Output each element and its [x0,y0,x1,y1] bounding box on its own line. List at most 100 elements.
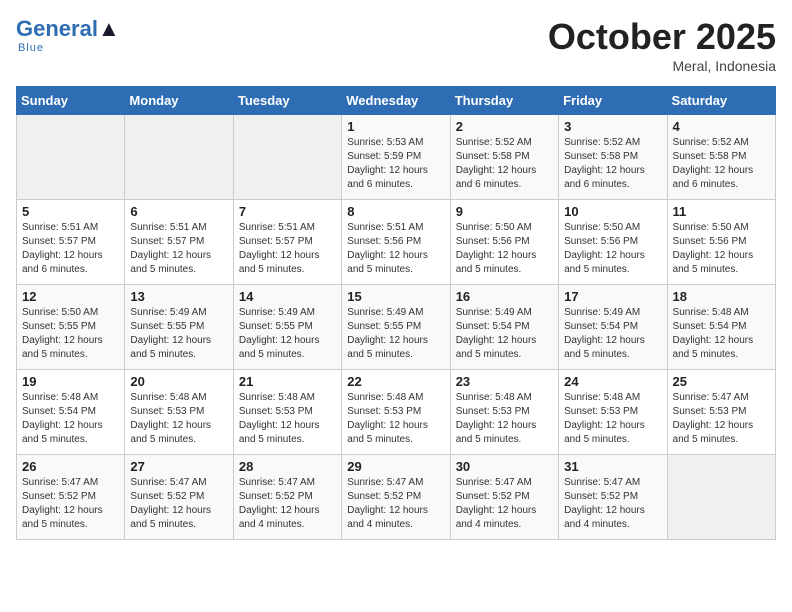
calendar-cell: 5 Sunrise: 5:51 AM Sunset: 5:57 PM Daylig… [17,200,125,285]
day-number: 10 [564,204,661,219]
day-number: 18 [673,289,770,304]
day-info: Sunrise: 5:52 AM Sunset: 5:58 PM Dayligh… [564,136,661,192]
calendar-cell: 21 Sunrise: 5:48 AM Sunset: 5:53 PM Dayli… [233,370,341,455]
calendar-cell: 22Sunrise: 5:48 AM Sunset: 5:53 PM Dayli… [342,370,450,455]
calendar-cell: 30 Sunrise: 5:47 AM Sunset: 5:52 PM Dayli… [450,455,558,540]
location: Meral, Indonesia [548,58,776,74]
logo: General▲ Blue [16,16,120,54]
day-number: 14 [239,289,336,304]
day-info: Sunrise: 5:50 AM Sunset: 5:56 PM Dayligh… [673,221,770,277]
day-info: Sunrise: 5:48 AM Sunset: 5:53 PM Dayligh… [347,391,444,447]
day-info: Sunrise: 5:51 AM Sunset: 5:57 PM Dayligh… [22,221,119,277]
calendar-cell: 18 Sunrise: 5:48 AM Sunset: 5:54 PM Dayli… [667,285,775,370]
calendar-cell: 10 Sunrise: 5:50 AM Sunset: 5:56 PM Dayli… [559,200,667,285]
calendar-cell: 8 Sunrise: 5:51 AM Sunset: 5:56 PM Daylig… [342,200,450,285]
day-info: Sunrise: 5:47 AM Sunset: 5:52 PM Dayligh… [22,476,119,532]
month-title: October 2025 [548,16,776,58]
day-number: 27 [130,459,227,474]
day-info: Sunrise: 5:49 AM Sunset: 5:54 PM Dayligh… [564,306,661,362]
day-number: 11 [673,204,770,219]
calendar-week-1: 5 Sunrise: 5:51 AM Sunset: 5:57 PM Daylig… [17,200,776,285]
day-number: 29 [347,459,444,474]
day-number: 6 [130,204,227,219]
day-info: Sunrise: 5:52 AM Sunset: 5:58 PM Dayligh… [673,136,770,192]
weekday-header-wednesday: Wednesday [342,87,450,115]
day-info: Sunrise: 5:52 AM Sunset: 5:58 PM Dayligh… [456,136,553,192]
calendar-cell: 4 Sunrise: 5:52 AM Sunset: 5:58 PM Daylig… [667,115,775,200]
calendar-cell: 23Sunrise: 5:48 AM Sunset: 5:53 PM Dayli… [450,370,558,455]
calendar-cell [233,115,341,200]
day-info: Sunrise: 5:49 AM Sunset: 5:55 PM Dayligh… [130,306,227,362]
day-number: 15 [347,289,444,304]
day-info: Sunrise: 5:53 AM Sunset: 5:59 PM Dayligh… [347,136,444,192]
day-number: 1 [347,119,444,134]
day-info: Sunrise: 5:48 AM Sunset: 5:54 PM Dayligh… [22,391,119,447]
day-info: Sunrise: 5:48 AM Sunset: 5:53 PM Dayligh… [564,391,661,447]
calendar-week-2: 12Sunrise: 5:50 AM Sunset: 5:55 PM Dayli… [17,285,776,370]
title-area: October 2025 Meral, Indonesia [548,16,776,74]
day-info: Sunrise: 5:47 AM Sunset: 5:52 PM Dayligh… [456,476,553,532]
calendar-cell: 19 Sunrise: 5:48 AM Sunset: 5:54 PM Dayli… [17,370,125,455]
calendar-cell: 27 Sunrise: 5:47 AM Sunset: 5:52 PM Dayli… [125,455,233,540]
calendar-cell: 17 Sunrise: 5:49 AM Sunset: 5:54 PM Dayli… [559,285,667,370]
calendar-cell: 6Sunrise: 5:51 AM Sunset: 5:57 PM Daylig… [125,200,233,285]
day-info: Sunrise: 5:51 AM Sunset: 5:57 PM Dayligh… [239,221,336,277]
day-info: Sunrise: 5:49 AM Sunset: 5:55 PM Dayligh… [347,306,444,362]
day-number: 2 [456,119,553,134]
calendar-cell: 31 Sunrise: 5:47 AM Sunset: 5:52 PM Dayli… [559,455,667,540]
day-number: 5 [22,204,119,219]
day-info: Sunrise: 5:47 AM Sunset: 5:53 PM Dayligh… [673,391,770,447]
day-number: 24 [564,374,661,389]
weekday-header-thursday: Thursday [450,87,558,115]
day-info: Sunrise: 5:47 AM Sunset: 5:52 PM Dayligh… [564,476,661,532]
weekday-header-monday: Monday [125,87,233,115]
calendar-cell: 3 Sunrise: 5:52 AM Sunset: 5:58 PM Daylig… [559,115,667,200]
day-number: 21 [239,374,336,389]
weekday-header-saturday: Saturday [667,87,775,115]
calendar-cell: 13Sunrise: 5:49 AM Sunset: 5:55 PM Dayli… [125,285,233,370]
day-info: Sunrise: 5:47 AM Sunset: 5:52 PM Dayligh… [130,476,227,532]
day-info: Sunrise: 5:50 AM Sunset: 5:56 PM Dayligh… [564,221,661,277]
day-info: Sunrise: 5:50 AM Sunset: 5:56 PM Dayligh… [456,221,553,277]
day-number: 12 [22,289,119,304]
calendar-cell: 14Sunrise: 5:49 AM Sunset: 5:55 PM Dayli… [233,285,341,370]
day-number: 31 [564,459,661,474]
calendar-cell: 1 Sunrise: 5:53 AM Sunset: 5:59 PM Daylig… [342,115,450,200]
day-number: 28 [239,459,336,474]
day-number: 4 [673,119,770,134]
day-number: 30 [456,459,553,474]
calendar-cell [17,115,125,200]
logo-text: General▲ [16,16,120,42]
calendar-cell: 7 Sunrise: 5:51 AM Sunset: 5:57 PM Daylig… [233,200,341,285]
day-number: 8 [347,204,444,219]
calendar-cell: 11 Sunrise: 5:50 AM Sunset: 5:56 PM Dayli… [667,200,775,285]
calendar-cell: 2 Sunrise: 5:52 AM Sunset: 5:58 PM Daylig… [450,115,558,200]
calendar-cell: 12Sunrise: 5:50 AM Sunset: 5:55 PM Dayli… [17,285,125,370]
calendar-cell [667,455,775,540]
calendar-cell [125,115,233,200]
day-number: 25 [673,374,770,389]
day-number: 19 [22,374,119,389]
calendar-cell: 20Sunrise: 5:48 AM Sunset: 5:53 PM Dayli… [125,370,233,455]
day-info: Sunrise: 5:48 AM Sunset: 5:53 PM Dayligh… [456,391,553,447]
day-number: 20 [130,374,227,389]
day-info: Sunrise: 5:48 AM Sunset: 5:53 PM Dayligh… [239,391,336,447]
calendar-cell: 24 Sunrise: 5:48 AM Sunset: 5:53 PM Dayli… [559,370,667,455]
calendar-week-0: 1 Sunrise: 5:53 AM Sunset: 5:59 PM Daylig… [17,115,776,200]
day-info: Sunrise: 5:49 AM Sunset: 5:54 PM Dayligh… [456,306,553,362]
calendar-cell: 15 Sunrise: 5:49 AM Sunset: 5:55 PM Dayli… [342,285,450,370]
day-number: 7 [239,204,336,219]
day-number: 17 [564,289,661,304]
day-info: Sunrise: 5:51 AM Sunset: 5:56 PM Dayligh… [347,221,444,277]
weekday-header-tuesday: Tuesday [233,87,341,115]
weekday-header-sunday: Sunday [17,87,125,115]
calendar-cell: 9Sunrise: 5:50 AM Sunset: 5:56 PM Daylig… [450,200,558,285]
calendar-cell: 16 Sunrise: 5:49 AM Sunset: 5:54 PM Dayli… [450,285,558,370]
calendar-week-4: 26Sunrise: 5:47 AM Sunset: 5:52 PM Dayli… [17,455,776,540]
day-number: 16 [456,289,553,304]
day-info: Sunrise: 5:48 AM Sunset: 5:54 PM Dayligh… [673,306,770,362]
calendar-cell: 26Sunrise: 5:47 AM Sunset: 5:52 PM Dayli… [17,455,125,540]
day-info: Sunrise: 5:47 AM Sunset: 5:52 PM Dayligh… [239,476,336,532]
day-number: 3 [564,119,661,134]
logo-subtext: Blue [18,42,44,54]
